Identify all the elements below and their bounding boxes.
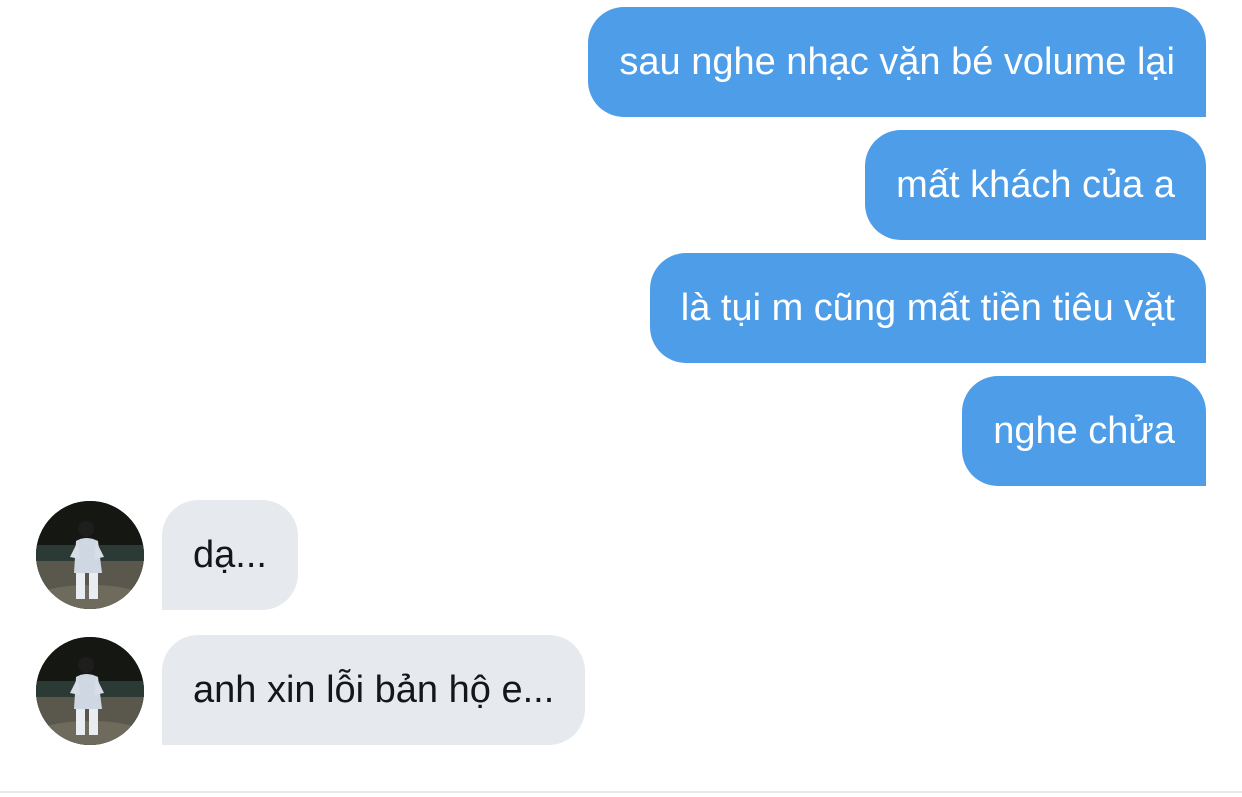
sent-message-bubble[interactable]: mất khách của a — [865, 130, 1206, 240]
avatar-photo-icon — [36, 637, 144, 745]
divider — [0, 791, 1242, 793]
avatar[interactable] — [36, 637, 144, 745]
received-message-bubble[interactable]: dạ... — [162, 500, 298, 610]
avatar-photo-icon — [36, 501, 144, 609]
avatar[interactable] — [36, 501, 144, 609]
conversation-view: sau nghe nhạc vặn bé volume lại mất khác… — [0, 0, 1242, 797]
sent-message-bubble[interactable]: nghe chửa — [962, 376, 1206, 486]
received-message-bubble[interactable]: anh xin lỗi bản hộ e... — [162, 635, 586, 745]
sent-message-bubble[interactable]: sau nghe nhạc vặn bé volume lại — [588, 7, 1206, 117]
sent-message-bubble[interactable]: là tụi m cũng mất tiền tiêu vặt — [649, 253, 1206, 363]
